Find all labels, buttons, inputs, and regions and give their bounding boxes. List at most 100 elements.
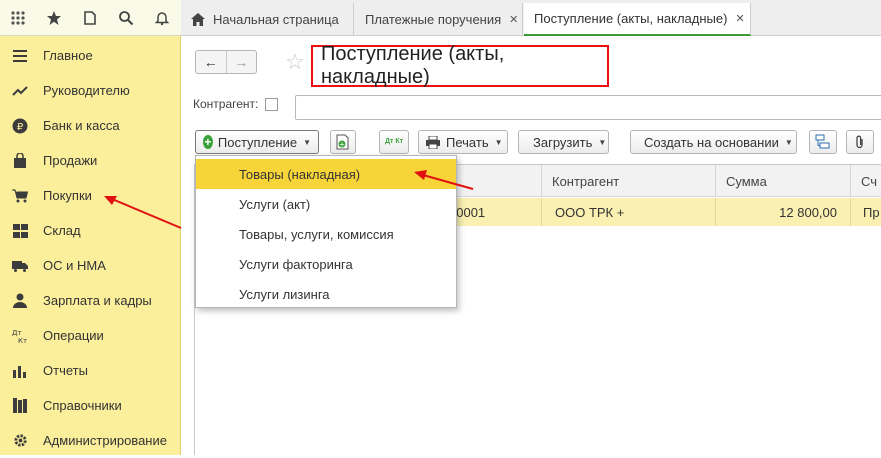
tab-home[interactable]: Начальная страница <box>181 3 354 36</box>
page-title: Поступление (акты, накладные) <box>321 43 505 88</box>
dt-kt-icon: Дт Кт <box>384 138 404 145</box>
sidebar-item-admin[interactable]: Администрирование <box>0 423 180 458</box>
tab-bar: Начальная страница Платежные поручения ✕… <box>181 0 881 36</box>
gear-icon <box>12 433 28 449</box>
search-icon[interactable] <box>108 0 144 36</box>
close-icon[interactable]: ✕ <box>509 13 518 26</box>
bell-icon[interactable] <box>144 0 180 36</box>
history-icon[interactable] <box>72 0 108 36</box>
sidebar-item-purchases[interactable]: Покупки <box>0 178 180 213</box>
cart-icon <box>12 188 28 204</box>
top-icon-bar <box>0 0 181 36</box>
paperclip-icon <box>854 135 866 150</box>
tab-label: Поступление (акты, накладные) <box>534 11 728 26</box>
sidebar-item-label: Администрирование <box>43 433 167 448</box>
chevron-down-icon: ▼ <box>598 137 607 147</box>
svg-text:₽: ₽ <box>17 122 24 133</box>
sidebar-item-label: Зарплата и кадры <box>43 293 152 308</box>
sidebar-item-warehouse[interactable]: Склад <box>0 213 180 248</box>
back-button[interactable]: ← <box>196 51 226 73</box>
menu-icon <box>12 48 28 64</box>
sidebar-item-manager[interactable]: Руководителю <box>0 73 180 108</box>
print-button-label: Печать <box>446 134 489 150</box>
receipt-button-label: Поступление <box>217 134 298 150</box>
tab-label: Начальная страница <box>213 12 339 27</box>
books-icon <box>12 398 28 414</box>
sidebar-item-label: Справочники <box>43 398 122 413</box>
sidebar-item-main[interactable]: Главное <box>0 38 180 73</box>
favorites-star-icon[interactable] <box>36 0 72 36</box>
svg-text:Дт: Дт <box>12 329 22 337</box>
cell-account: Пр <box>850 198 881 226</box>
menu-item-leasing[interactable]: Услуги лизинга <box>196 279 456 309</box>
printer-icon <box>426 135 440 149</box>
sidebar-item-salary[interactable]: Зарплата и кадры <box>0 283 180 318</box>
sidebar-item-references[interactable]: Справочники <box>0 388 180 423</box>
column-header-sum[interactable]: Сумма <box>715 165 850 197</box>
receipt-button[interactable]: + Поступление ▼ <box>195 130 319 154</box>
forward-button[interactable]: → <box>225 51 257 73</box>
sidebar-item-label: Банк и касса <box>43 118 120 133</box>
sidebar-item-label: Продажи <box>43 153 98 168</box>
hierarchy-icon <box>815 134 831 150</box>
bar-chart-icon <box>12 363 28 379</box>
trend-icon <box>12 83 28 99</box>
sidebar-item-label: Склад <box>43 223 81 238</box>
sidebar-item-reports[interactable]: Отчеты <box>0 353 180 388</box>
svg-text:+: + <box>339 141 345 149</box>
load-button[interactable]: Загрузить ▼ <box>518 130 609 154</box>
sidebar: Главное Руководителю ₽ Банк и касса Прод… <box>0 36 181 455</box>
nav-buttons: ← → <box>195 50 257 74</box>
truck-icon <box>12 258 28 274</box>
sidebar-item-label: Главное <box>43 48 93 63</box>
apps-grid-icon[interactable] <box>0 0 36 36</box>
sidebar-item-bank[interactable]: ₽ Банк и касса <box>0 108 180 143</box>
create-based-on-button[interactable]: Создать на основании ▼ <box>630 130 797 154</box>
cell-sum: 12 800,00 <box>715 198 850 226</box>
load-button-label: Загрузить <box>533 134 593 150</box>
menu-item-goods-services-commission[interactable]: Товары, услуги, комиссия <box>196 219 456 249</box>
dt-kt-button[interactable]: Дт Кт <box>379 130 409 154</box>
sidebar-item-label: ОС и НМА <box>43 258 106 273</box>
counterparty-input[interactable] <box>295 95 881 120</box>
svg-text:Кт: Кт <box>18 337 27 344</box>
column-header-counterparty[interactable]: Контрагент <box>541 165 715 197</box>
sidebar-item-label: Покупки <box>43 188 92 203</box>
column-header-account[interactable]: Сч <box>850 165 881 197</box>
structure-button[interactable] <box>809 130 837 154</box>
copy-button[interactable]: + <box>330 130 356 154</box>
person-icon <box>12 293 28 309</box>
sidebar-item-label: Руководителю <box>43 83 130 98</box>
tab-receipts[interactable]: Поступление (акты, накладные) ✕ <box>524 3 751 36</box>
bag-icon <box>12 152 28 169</box>
ruble-icon: ₽ <box>12 118 28 134</box>
chevron-down-icon: ▼ <box>303 137 311 147</box>
sidebar-item-assets[interactable]: ОС и НМА <box>0 248 180 283</box>
page-title-box: Поступление (акты, накладные) <box>311 43 609 88</box>
cell-counterparty: ООО ТРК + <box>541 198 715 226</box>
close-icon[interactable]: ✕ <box>735 12 744 25</box>
copy-icon: + <box>336 134 350 150</box>
sidebar-item-operations[interactable]: Дт Кт Операции <box>0 318 180 353</box>
chevron-down-icon: ▼ <box>494 137 503 147</box>
cell-number: 00001 <box>449 204 486 220</box>
tab-payment-orders[interactable]: Платежные поручения ✕ <box>355 3 523 36</box>
sidebar-item-sales[interactable]: Продажи <box>0 143 180 178</box>
plus-icon: + <box>203 135 213 149</box>
counterparty-checkbox[interactable] <box>265 97 279 111</box>
menu-item-goods-invoice[interactable]: Товары (накладная) <box>196 159 456 189</box>
grid-icon <box>12 223 28 239</box>
menu-item-factoring[interactable]: Услуги факторинга <box>196 249 456 279</box>
tab-label: Платежные поручения <box>365 12 502 27</box>
favorite-star-icon[interactable]: ☆ <box>285 49 305 75</box>
menu-item-services-act[interactable]: Услуги (акт) <box>196 189 456 219</box>
attach-button[interactable] <box>846 130 874 154</box>
home-icon <box>191 13 205 26</box>
sidebar-item-label: Операции <box>43 328 104 343</box>
counterparty-filter: Контрагент: <box>193 97 279 111</box>
toolbar: + Поступление ▼ + Дт Кт Печать ▼ Загрузи… <box>181 130 881 154</box>
dt-kt-icon: Дт Кт <box>12 328 28 344</box>
chevron-down-icon: ▼ <box>784 137 793 147</box>
counterparty-label: Контрагент: <box>193 97 259 111</box>
print-button[interactable]: Печать ▼ <box>418 130 508 154</box>
